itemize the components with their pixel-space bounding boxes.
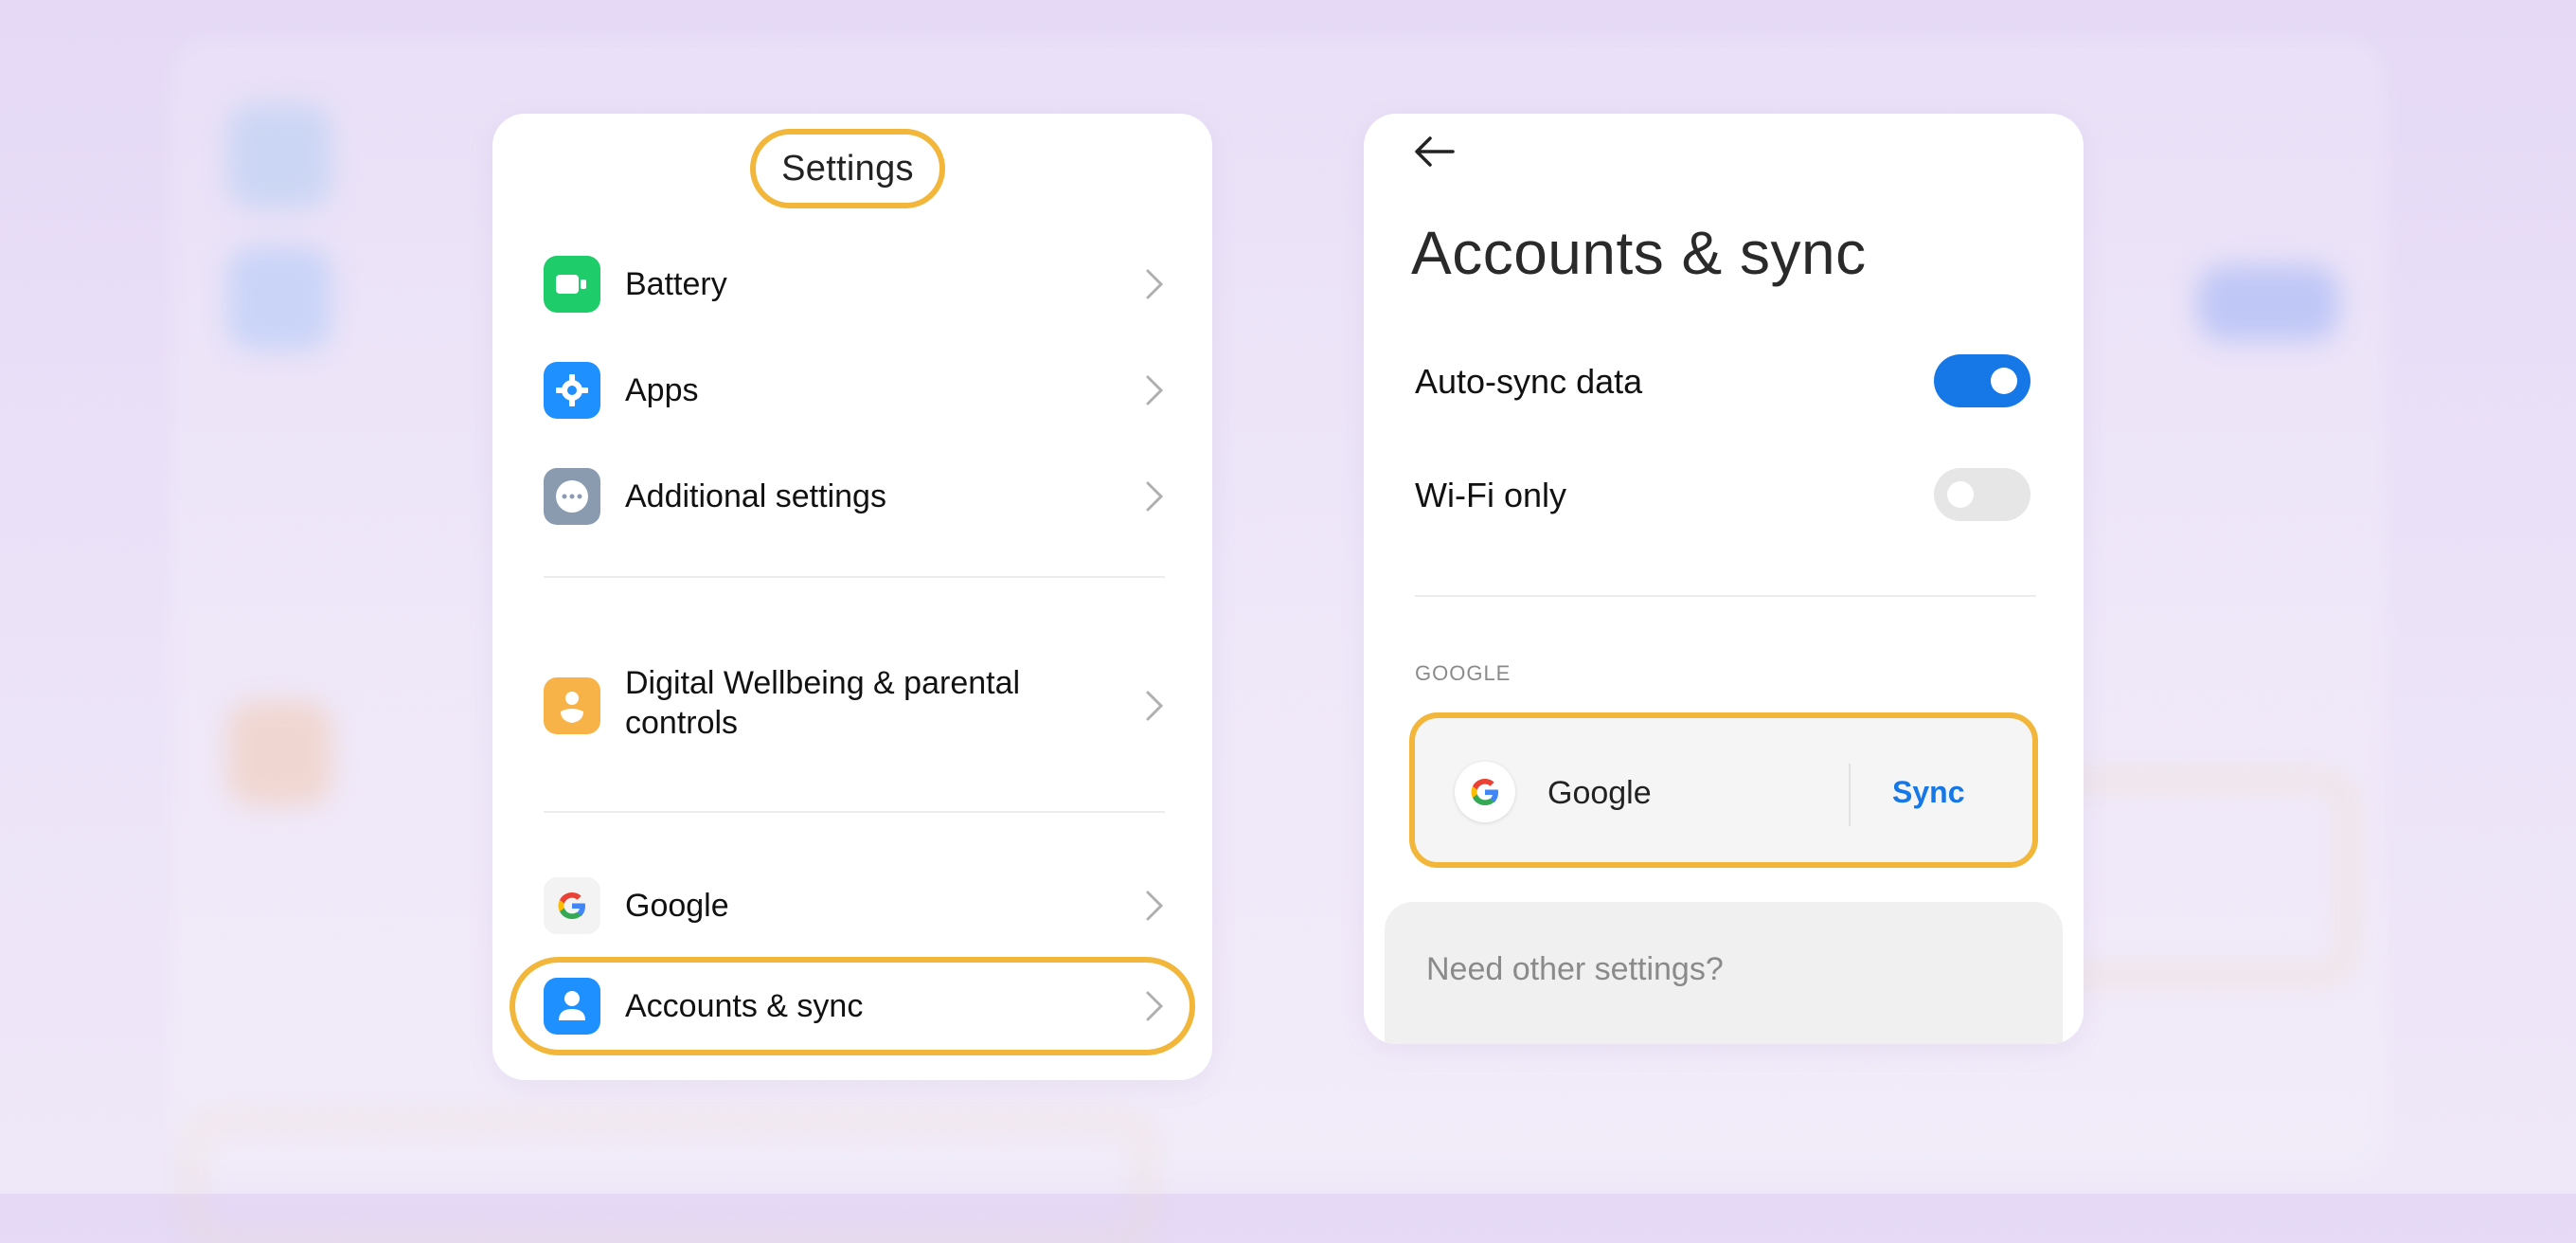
settings-item-additional[interactable]: Additional settings xyxy=(492,449,1212,544)
auto-sync-label: Auto-sync data xyxy=(1415,362,1643,401)
separator xyxy=(1849,764,1851,826)
wellbeing-icon xyxy=(544,677,600,734)
sync-button[interactable]: Sync xyxy=(1892,775,1964,810)
background-blob xyxy=(227,246,331,351)
chevron-right-icon xyxy=(1146,375,1164,405)
settings-item-apps[interactable]: Apps xyxy=(492,343,1212,438)
settings-title-text: Settings xyxy=(781,148,914,189)
settings-item-accounts-sync[interactable]: Accounts & sync xyxy=(492,959,1212,1054)
gear-icon xyxy=(544,362,600,419)
google-account-row[interactable]: Google Sync xyxy=(1409,712,2038,868)
background-blob xyxy=(227,701,331,805)
settings-item-label: Additional settings xyxy=(625,478,886,514)
settings-item-label: Apps xyxy=(625,372,699,408)
accounts-sync-panel: Accounts & sync Auto-sync data Wi-Fi onl… xyxy=(1364,114,2084,1044)
page-title: Accounts & sync xyxy=(1411,219,1867,287)
settings-item-label: Google xyxy=(625,888,729,924)
settings-item-label: Accounts & sync xyxy=(625,988,864,1024)
divider xyxy=(1415,595,2036,597)
back-arrow-icon[interactable] xyxy=(1411,133,1458,171)
google-g-icon xyxy=(544,877,600,934)
settings-item-google[interactable]: Google xyxy=(492,858,1212,953)
background-blob xyxy=(2197,265,2339,341)
chevron-right-icon xyxy=(1146,691,1164,721)
chevron-right-icon xyxy=(1146,481,1164,512)
more-dots-icon xyxy=(544,468,600,525)
settings-item-digital-wellbeing[interactable]: Digital Wellbeing & parental controls xyxy=(492,650,1212,762)
chevron-right-icon xyxy=(1146,269,1164,299)
wifi-only-label: Wi-Fi only xyxy=(1415,476,1566,514)
wifi-only-toggle[interactable] xyxy=(1934,468,2030,521)
toggle-knob xyxy=(1947,481,1974,508)
divider xyxy=(544,811,1165,813)
settings-title: Settings xyxy=(750,129,945,208)
chevron-right-icon xyxy=(1146,891,1164,921)
label-line: controls xyxy=(625,705,739,741)
settings-item-label: Digital Wellbeing & parental controls xyxy=(625,663,1020,743)
person-icon xyxy=(544,978,600,1035)
need-other-settings-text: Need other settings? xyxy=(1426,951,1724,987)
divider xyxy=(544,576,1165,578)
label-line: Digital Wellbeing & parental xyxy=(625,665,1021,701)
settings-panel: Settings Battery Apps Additional setting… xyxy=(492,114,1212,1080)
toggle-knob xyxy=(1991,368,2017,394)
background-blob xyxy=(189,1118,1148,1243)
background-blob xyxy=(227,104,331,208)
google-g-icon xyxy=(1455,762,1515,822)
section-caption: GOOGLE xyxy=(1415,661,1512,685)
settings-item-label: Battery xyxy=(625,266,727,302)
auto-sync-toggle[interactable] xyxy=(1934,354,2030,407)
battery-icon xyxy=(544,256,600,313)
settings-item-battery[interactable]: Battery xyxy=(492,237,1212,332)
google-account-label: Google xyxy=(1547,775,1652,811)
chevron-right-icon xyxy=(1146,991,1164,1021)
